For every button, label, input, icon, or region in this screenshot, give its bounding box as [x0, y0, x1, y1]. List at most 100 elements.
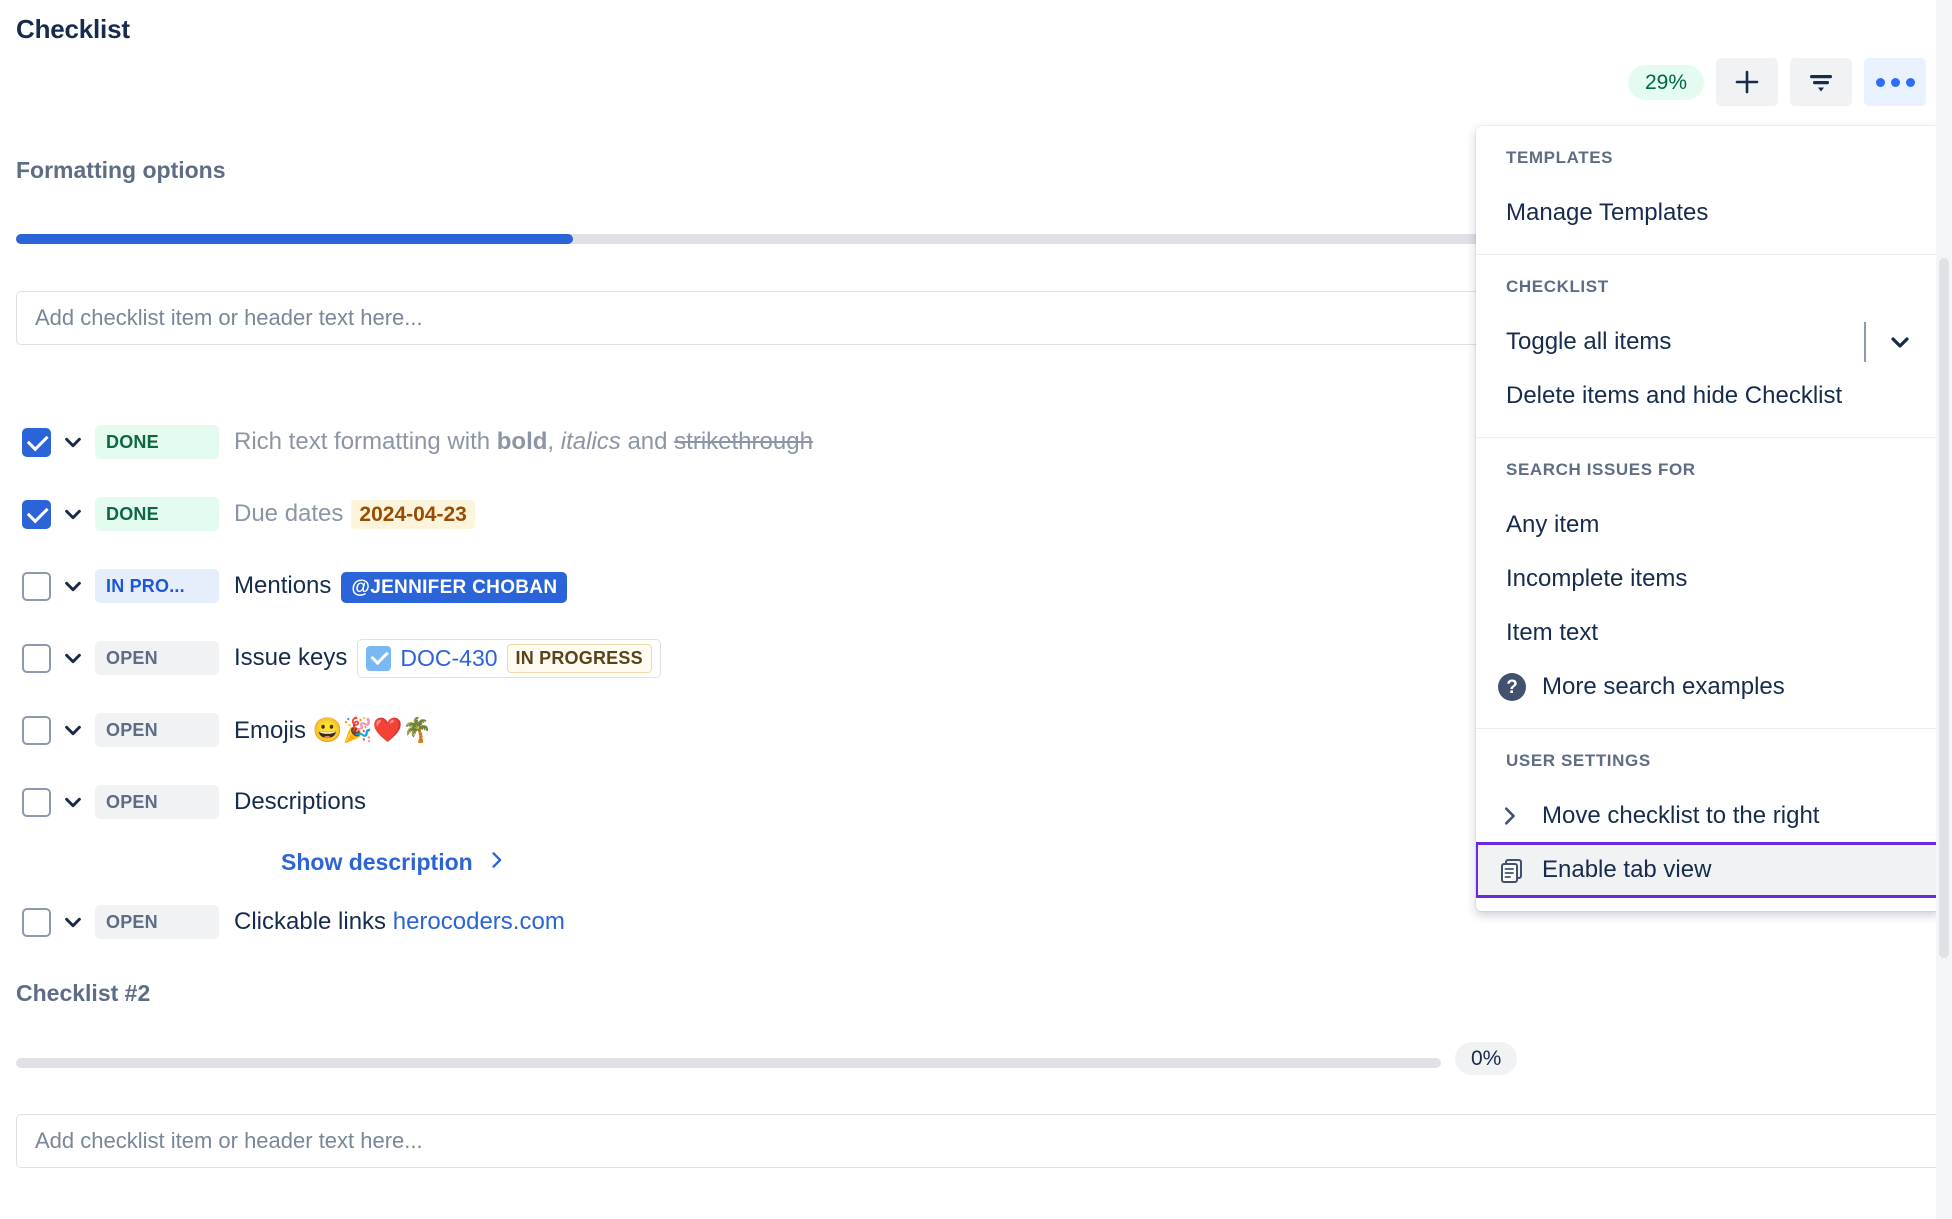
menu-group: TEMPLATES Manage Templates [1476, 126, 1940, 254]
issue-key-chip[interactable]: DOC-430 IN PROGRESS [357, 639, 660, 678]
menu-item-label: More search examples [1542, 673, 1785, 701]
add-item-button[interactable] [1716, 58, 1778, 106]
menu-item-incomplete-items[interactable]: Incomplete items [1476, 552, 1940, 606]
menu-item-label: Manage Templates [1506, 199, 1708, 227]
checklist-2-percent-badge: 0% [1455, 1042, 1517, 1075]
checklist-item-description-row: Show description [0, 838, 1460, 886]
menu-item-label: Enable tab view [1542, 856, 1711, 884]
checklist-item-status-badge[interactable]: DONE [95, 425, 219, 459]
checklist-item-row[interactable]: IN PRO... Mentions@JENNIFER CHOBAN [0, 550, 1460, 622]
checklist-item-text: Due dates2024-04-23 [234, 500, 475, 528]
menu-group-label: TEMPLATES [1476, 148, 1940, 186]
checklist-item-status-badge[interactable]: IN PRO... [95, 569, 219, 603]
filter-icon [1807, 70, 1835, 94]
menu-item-label: Any item [1506, 511, 1599, 539]
issue-key-link[interactable]: DOC-430 [400, 645, 497, 672]
page-title: Checklist [16, 14, 130, 45]
chevron-down-icon[interactable] [51, 575, 95, 597]
menu-item-label: Delete items and hide Checklist [1506, 382, 1842, 410]
checklist-item-checkbox[interactable] [22, 908, 51, 937]
filter-button[interactable] [1790, 58, 1852, 106]
checklist-item-row[interactable]: DONE Due dates2024-04-23 [0, 478, 1460, 550]
checklist-item-checkbox[interactable] [22, 500, 51, 529]
external-link[interactable]: herocoders.com [386, 908, 565, 935]
completion-percent-badge: 29% [1628, 65, 1704, 100]
progress-bar-2 [16, 1058, 1441, 1068]
checklist-item-checkbox[interactable] [22, 644, 51, 673]
checklist-heading-2: Checklist #2 [16, 980, 150, 1007]
help-icon: ? [1498, 673, 1542, 701]
checklist-item-status-badge[interactable]: OPEN [95, 713, 219, 747]
checklist-item-row[interactable]: OPENIssue keysDOC-430IN PROGRESS [0, 622, 1460, 694]
checklist-item-checkbox[interactable] [22, 716, 51, 745]
menu-group: USER SETTINGS Move checklist to the right… [1476, 728, 1940, 911]
add-item-placeholder-1: Add checklist item or header text here..… [35, 305, 423, 331]
menu-item-label: Toggle all items [1506, 328, 1671, 356]
progress-bar-1-fill [16, 234, 573, 244]
menu-item-split-control [1864, 315, 1940, 369]
checklist-item-text: Issue keysDOC-430IN PROGRESS [234, 639, 661, 678]
checklist-item-text: Mentions@JENNIFER CHOBAN [234, 572, 567, 600]
menu-item-label: Incomplete items [1506, 565, 1687, 593]
checklist-item-text: Clickable links herocoders.com [234, 908, 565, 936]
checklist-items-1: DONE Rich text formatting with bold, ital… [0, 406, 1460, 958]
more-options-dropdown-menu: TEMPLATES Manage Templates CHECKLIST Toggle… [1476, 126, 1940, 911]
checklist-item-text: Emojis 😀🎉❤️🌴 [234, 716, 432, 745]
menu-item-manage-templates[interactable]: Manage Templates [1476, 186, 1940, 240]
checklist-item-status-badge[interactable]: OPEN [95, 641, 219, 675]
add-item-placeholder-2: Add checklist item or header text here..… [35, 1128, 423, 1154]
chevron-down-icon[interactable] [51, 503, 95, 525]
menu-item-item-text[interactable]: Item text [1476, 606, 1940, 660]
more-options-button[interactable] [1864, 58, 1926, 106]
chevron-right-icon [486, 849, 506, 876]
menu-item-move-checklist-to-the-right[interactable]: Move checklist to the right [1476, 789, 1940, 843]
checklist-item-text: Descriptions [234, 788, 366, 816]
checklist-item-status-badge[interactable]: DONE [95, 497, 219, 531]
checklist-item-row[interactable]: DONE Rich text formatting with bold, ital… [0, 406, 1460, 478]
issue-status-badge: IN PROGRESS [507, 644, 652, 673]
menu-item-enable-tab-view[interactable]: Enable tab view [1476, 843, 1940, 897]
checklist-item-status-badge[interactable]: OPEN [95, 905, 219, 939]
menu-group: CHECKLIST Toggle all items Delete items an… [1476, 254, 1940, 437]
page-scrollbar-thumb[interactable] [1939, 258, 1949, 958]
add-checklist-item-input-2[interactable]: Add checklist item or header text here..… [16, 1114, 1942, 1168]
menu-group-label: SEARCH ISSUES FOR [1476, 460, 1940, 498]
due-date-chip[interactable]: 2024-04-23 [351, 500, 474, 529]
menu-group: SEARCH ISSUES FOR Any item Incomplete item… [1476, 437, 1940, 728]
checklist-item-text: Rich text formatting with bold, italics … [234, 428, 813, 456]
menu-group-label: USER SETTINGS [1476, 751, 1940, 789]
checklist-item-status-badge[interactable]: OPEN [95, 785, 219, 819]
tab-view-icon [1498, 856, 1542, 884]
chevron-down-icon[interactable] [51, 911, 95, 933]
menu-group-label: CHECKLIST [1476, 277, 1940, 315]
chevron-down-icon[interactable] [51, 719, 95, 741]
chevron-down-icon[interactable] [1888, 330, 1940, 354]
menu-split-divider [1864, 322, 1866, 362]
menu-item-any-item[interactable]: Any item [1476, 498, 1940, 552]
plus-icon [1734, 69, 1760, 95]
checklist-item-row[interactable]: OPEN Clickable links herocoders.com [0, 886, 1460, 958]
checklist-item-checkbox[interactable] [22, 572, 51, 601]
page-scrollbar-track[interactable] [1936, 0, 1952, 1219]
chevron-right-icon [1498, 805, 1542, 827]
issue-done-checkbox-icon [366, 646, 391, 671]
menu-item-toggle-all-items[interactable]: Toggle all items [1476, 315, 1940, 369]
emoji-group: 😀🎉❤️🌴 [306, 717, 432, 744]
checklist-item-row[interactable]: OPEN Descriptions [0, 766, 1460, 838]
menu-item-delete-items-and-hide-checklist[interactable]: Delete items and hide Checklist [1476, 369, 1940, 423]
more-options-icon [1876, 78, 1915, 87]
checklist-item-row[interactable]: OPEN Emojis 😀🎉❤️🌴 [0, 694, 1460, 766]
show-description-link[interactable]: Show description [281, 849, 506, 876]
menu-item-more-search-examples[interactable]: ?More search examples [1476, 660, 1940, 714]
menu-item-label: Item text [1506, 619, 1598, 647]
toolbar: 29% [1628, 58, 1926, 106]
chevron-down-icon[interactable] [51, 431, 95, 453]
menu-item-label: Move checklist to the right [1542, 802, 1819, 830]
checklist-heading-1: Formatting options [16, 157, 226, 184]
chevron-down-icon[interactable] [51, 791, 95, 813]
checklist-item-checkbox[interactable] [22, 788, 51, 817]
chevron-down-icon[interactable] [51, 647, 95, 669]
mention-chip[interactable]: @JENNIFER CHOBAN [341, 572, 567, 603]
checklist-item-checkbox[interactable] [22, 428, 51, 457]
show-description-label: Show description [281, 849, 473, 876]
